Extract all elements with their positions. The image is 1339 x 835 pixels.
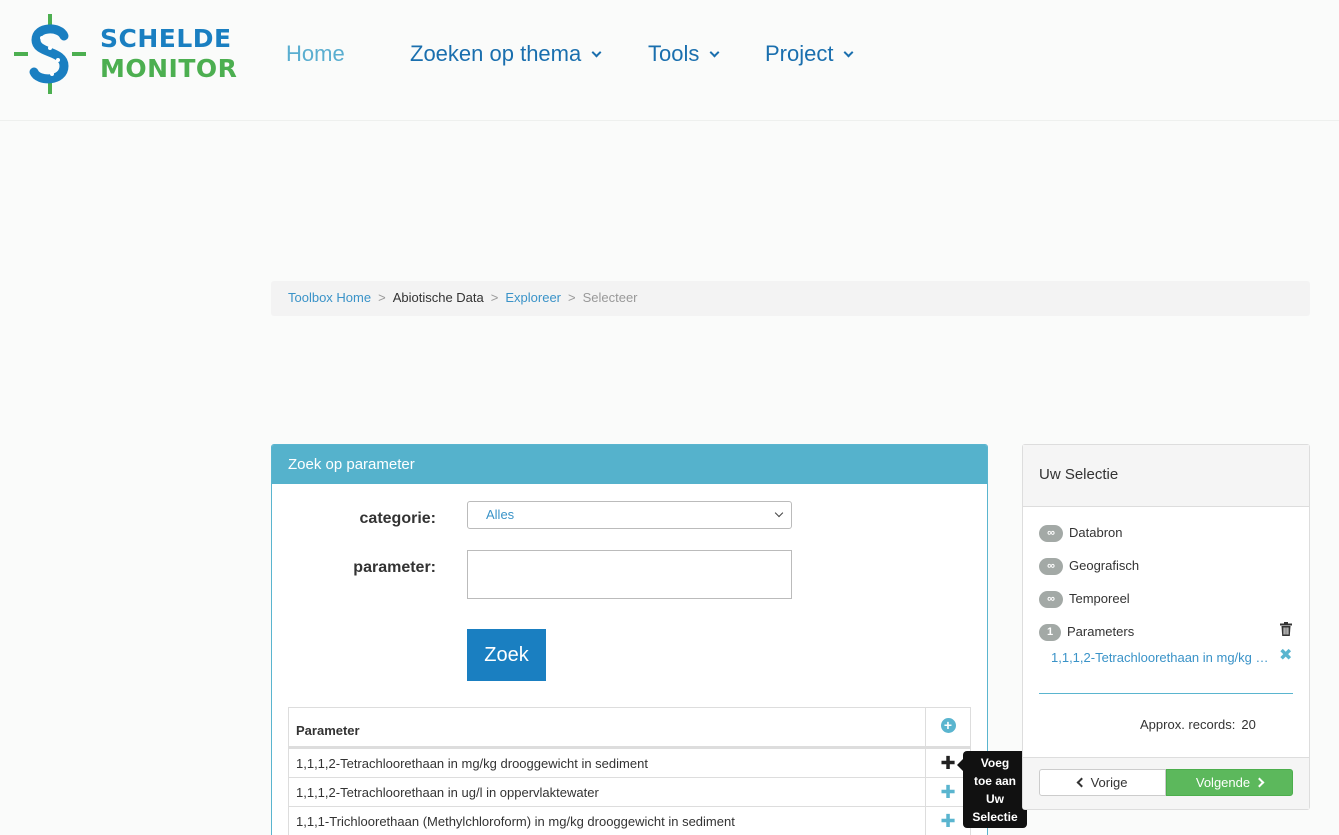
tooltip-line: Uw [986,792,1004,806]
approx-records-value: 20 [1241,717,1256,732]
nav-zoeken-op-thema-label: Zoeken op thema [410,41,582,66]
add-plus-icon[interactable]: ✚ [940,811,955,831]
selection-badge: ∞ [1039,525,1063,543]
parameter-input[interactable] [467,550,792,599]
volgende-label: Volgende [1195,775,1251,790]
categorie-select[interactable]: Alles [467,501,792,529]
schelde-monitor-logo[interactable]: SCHELDE MONITOR [14,14,237,96]
site-header: SCHELDE MONITOR Home Zoeken op thema Too… [0,0,1339,121]
breadcrumb: Toolbox Home > Abiotische Data > Exploreer > S… [271,281,1310,316]
trash-icon[interactable] [1280,622,1292,636]
selection-item-temporeel[interactable]: ∞ Temporeel [1039,590,1130,609]
table-row: 1,1,1,2-Tetrachloorethaan in mg/kg droog… [289,749,970,778]
approx-records: Approx. records: 20 [1140,717,1256,732]
volgende-button[interactable]: Volgende [1166,769,1293,796]
logo-line-1: SCHELDE [100,24,232,53]
selection-item-label: Temporeel [1069,591,1130,606]
breadcrumb-separator: > [568,290,576,305]
table-row: 1,1,1-Trichloorethaan (Methylchloroform)… [289,807,970,835]
selection-title: Uw Selectie [1023,445,1309,507]
zoek-button[interactable]: Zoek [467,629,546,681]
parameter-name: 1,1,1,2-Tetrachloorethaan in ug/l in opp… [296,785,599,800]
selection-badge: ∞ [1039,591,1063,609]
logo-wordmark: SCHELDE MONITOR [100,24,237,84]
categorie-selected-value: Alles [486,507,515,522]
search-parameter-panel: Zoek op parameter categorie: Alles param… [271,444,988,835]
selected-parameter-link[interactable]: 1,1,1,2-Tetrachloorethaan in mg/kg droog… [1051,650,1271,665]
vorige-button[interactable]: Vorige [1039,769,1166,796]
selection-footer: Vorige Volgende [1023,757,1309,809]
column-header-parameter: Parameter [296,723,360,738]
categorie-label: categorie: [359,510,436,527]
selection-item-geografisch[interactable]: ∞ Geografisch [1039,557,1140,576]
selection-item-label: Databron [1069,525,1123,540]
chevron-down-icon [591,47,602,58]
tooltip-line: Selectie [972,810,1018,824]
table-row: 1,1,1,2-Tetrachloorethaan in ug/l in opp… [289,778,970,807]
selection-item-label: Geografisch [1069,558,1140,573]
parameter-name: 1,1,1-Trichloorethaan (Methylchloroform)… [296,814,735,829]
breadcrumb-toolbox-home[interactable]: Toolbox Home [288,290,371,305]
parameter-label: parameter: [353,559,436,576]
nav-tools[interactable]: Tools [648,38,720,70]
chevron-down-icon [844,47,854,58]
tooltip-line: Voeg [980,756,1010,770]
approx-records-label: Approx. records: [1140,717,1236,732]
nav-project-label: Project [765,41,834,66]
selection-badge: 1 [1039,624,1061,642]
selection-item-label: Parameters [1067,624,1135,639]
selection-badge: ∞ [1039,558,1063,576]
add-all-icon[interactable]: + [940,718,956,733]
selection-divider [1039,693,1293,694]
selection-item-parameters[interactable]: 1 Parameters [1039,623,1135,642]
parameter-name: 1,1,1,2-Tetrachloorethaan in mg/kg droog… [296,756,648,771]
table-header: Parameter + [289,708,970,749]
nav-home[interactable]: Home [286,38,345,70]
breadcrumb-separator: > [378,290,386,305]
chevron-down-icon [709,47,720,58]
chevron-right-icon [1254,777,1265,788]
logo-mark-icon [14,14,86,94]
uw-selectie-panel: Uw Selectie ∞ Databron ∞ Geografisch ∞ Temp… [1022,444,1310,810]
logo-line-2: MONITOR [100,54,238,83]
parameter-table: Parameter + 1,1,1,2-Tetrachloorethaan in… [288,707,971,835]
breadcrumb-selecteer: Selecteer [582,290,638,305]
selection-item-databron[interactable]: ∞ Databron [1039,524,1123,543]
nav-tools-label: Tools [648,41,700,66]
nav-project[interactable]: Project [765,38,854,70]
panel-title: Zoek op parameter [272,445,987,484]
tooltip-line: toe aan [973,774,1016,788]
nav-zoeken-op-thema[interactable]: Zoeken op thema [410,38,602,70]
add-plus-icon[interactable]: ✚ [940,782,955,802]
breadcrumb-exploreer[interactable]: Exploreer [505,290,561,305]
breadcrumb-abiotische-data: Abiotische Data [392,290,484,305]
remove-parameter-icon[interactable]: ✖ [1279,646,1292,666]
vorige-label: Vorige [1090,775,1128,790]
chevron-left-icon [1076,777,1087,788]
breadcrumb-separator: > [490,290,499,305]
add-to-selection-tooltip: Voeg toe aan Uw Selectie [957,751,1027,828]
chevron-down-icon [774,508,784,518]
add-plus-icon[interactable]: ✚ [940,753,955,773]
add-all-cell: + [925,708,970,746]
